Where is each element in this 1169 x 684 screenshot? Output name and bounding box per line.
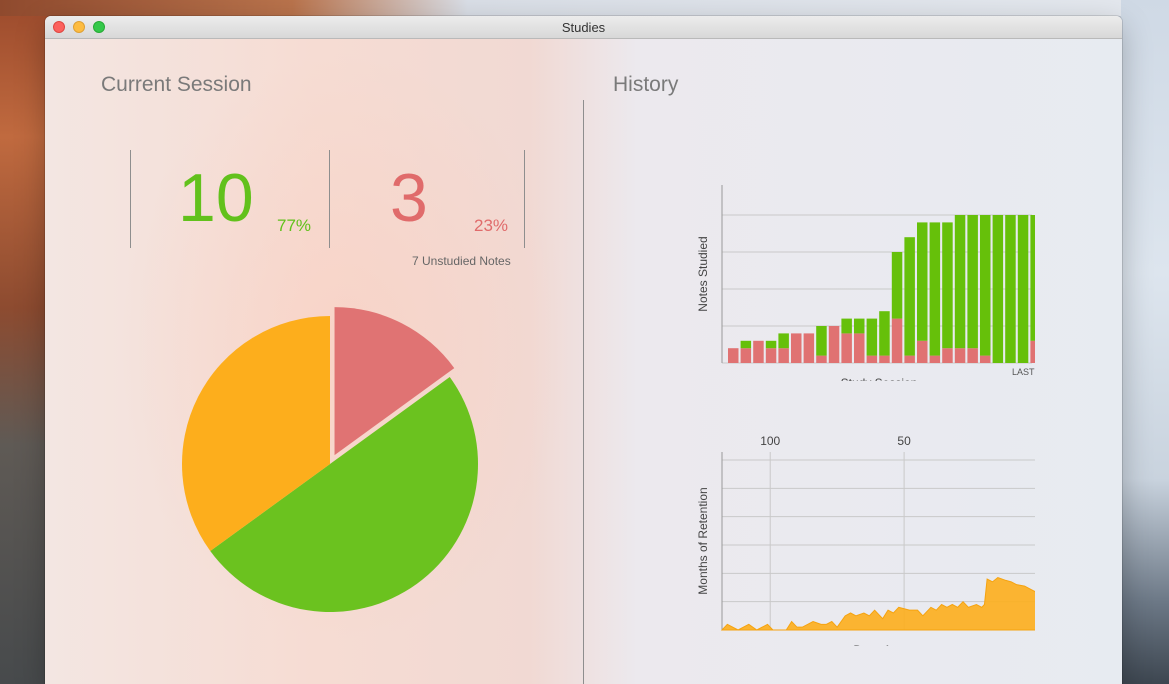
bar-studied bbox=[929, 222, 941, 356]
bar-missed bbox=[929, 355, 941, 363]
bar-missed bbox=[841, 333, 852, 363]
stat-divider-middle bbox=[329, 150, 330, 248]
unstudied-percent: 23% bbox=[474, 216, 509, 235]
history-title: History bbox=[613, 73, 679, 96]
bar-missed bbox=[740, 348, 752, 363]
bar-studied bbox=[740, 340, 752, 349]
bar-studied bbox=[879, 311, 890, 356]
session-pie-chart bbox=[182, 307, 479, 612]
stat-divider-left bbox=[130, 150, 131, 248]
area-x-tick-label: 100 bbox=[760, 434, 780, 448]
unstudied-count: 3 bbox=[390, 160, 428, 236]
bar-missed bbox=[891, 318, 903, 363]
desktop-wallpaper-left bbox=[0, 0, 48, 684]
stat-divider-right bbox=[524, 150, 525, 248]
bar-y-axis-label: Notes Studied bbox=[696, 236, 710, 311]
bar-missed bbox=[828, 326, 840, 363]
bar-missed bbox=[980, 355, 991, 363]
desktop-wallpaper-right bbox=[1121, 0, 1169, 684]
bar-missed bbox=[954, 348, 966, 363]
bar-missed bbox=[803, 333, 815, 363]
bar-last-label: LAST bbox=[1012, 367, 1035, 377]
bar-studied bbox=[866, 318, 878, 356]
panel-divider bbox=[583, 100, 584, 684]
bar-studied bbox=[1005, 215, 1016, 363]
bar-studied bbox=[992, 215, 1004, 363]
retention-area-chart: 0123456100500Days AgoMonths of Retention bbox=[696, 434, 1035, 646]
bar-missed bbox=[942, 348, 953, 363]
bar-missed bbox=[967, 348, 978, 363]
unstudied-notes-label: 7 Unstudied Notes bbox=[412, 254, 511, 268]
bar-missed bbox=[816, 355, 827, 363]
bar-missed bbox=[753, 340, 764, 363]
studied-count: 10 bbox=[178, 160, 254, 236]
bar-studied bbox=[967, 215, 978, 349]
bar-missed bbox=[791, 333, 802, 363]
area-x-tick-label: 50 bbox=[897, 434, 911, 448]
studied-percent: 77% bbox=[277, 216, 312, 235]
notes-studied-bar-chart: 05101520LASTStudy SessionNotes Studied bbox=[696, 185, 1035, 381]
bar-missed bbox=[866, 355, 878, 363]
bar-studied bbox=[1017, 215, 1029, 363]
bar-studied bbox=[1030, 215, 1035, 341]
current-session-title: Current Session bbox=[101, 73, 252, 96]
bar-x-axis-label: Study Session bbox=[841, 376, 918, 381]
title-bar[interactable]: Studies bbox=[45, 16, 1122, 39]
area-y-axis-label: Months of Retention bbox=[696, 487, 710, 594]
bar-studied bbox=[778, 333, 789, 349]
bar-studied bbox=[841, 318, 852, 334]
bar-studied bbox=[904, 237, 915, 356]
bar-studied bbox=[980, 215, 991, 356]
bar-missed bbox=[1030, 340, 1035, 363]
bar-missed bbox=[904, 355, 915, 363]
bar-missed bbox=[728, 348, 739, 363]
bar-studied bbox=[954, 215, 966, 349]
area-x-axis-label: Days Ago bbox=[853, 643, 905, 646]
bar-missed bbox=[879, 355, 890, 363]
bar-missed bbox=[854, 333, 865, 363]
bar-missed bbox=[765, 348, 777, 363]
bar-studied bbox=[854, 318, 865, 334]
bar-studied bbox=[891, 252, 903, 319]
window-title: Studies bbox=[561, 20, 606, 35]
bar-studied bbox=[765, 340, 777, 349]
bar-missed bbox=[917, 340, 928, 363]
studies-window: Studies Current Session 10 77% 3 23% 7 U… bbox=[45, 16, 1122, 684]
bar-missed bbox=[778, 348, 789, 363]
desktop-wallpaper-top bbox=[0, 0, 1169, 16]
retention-area bbox=[720, 577, 1035, 631]
bar-studied bbox=[816, 326, 827, 356]
bar-studied bbox=[942, 222, 953, 349]
bar-studied bbox=[917, 222, 928, 341]
